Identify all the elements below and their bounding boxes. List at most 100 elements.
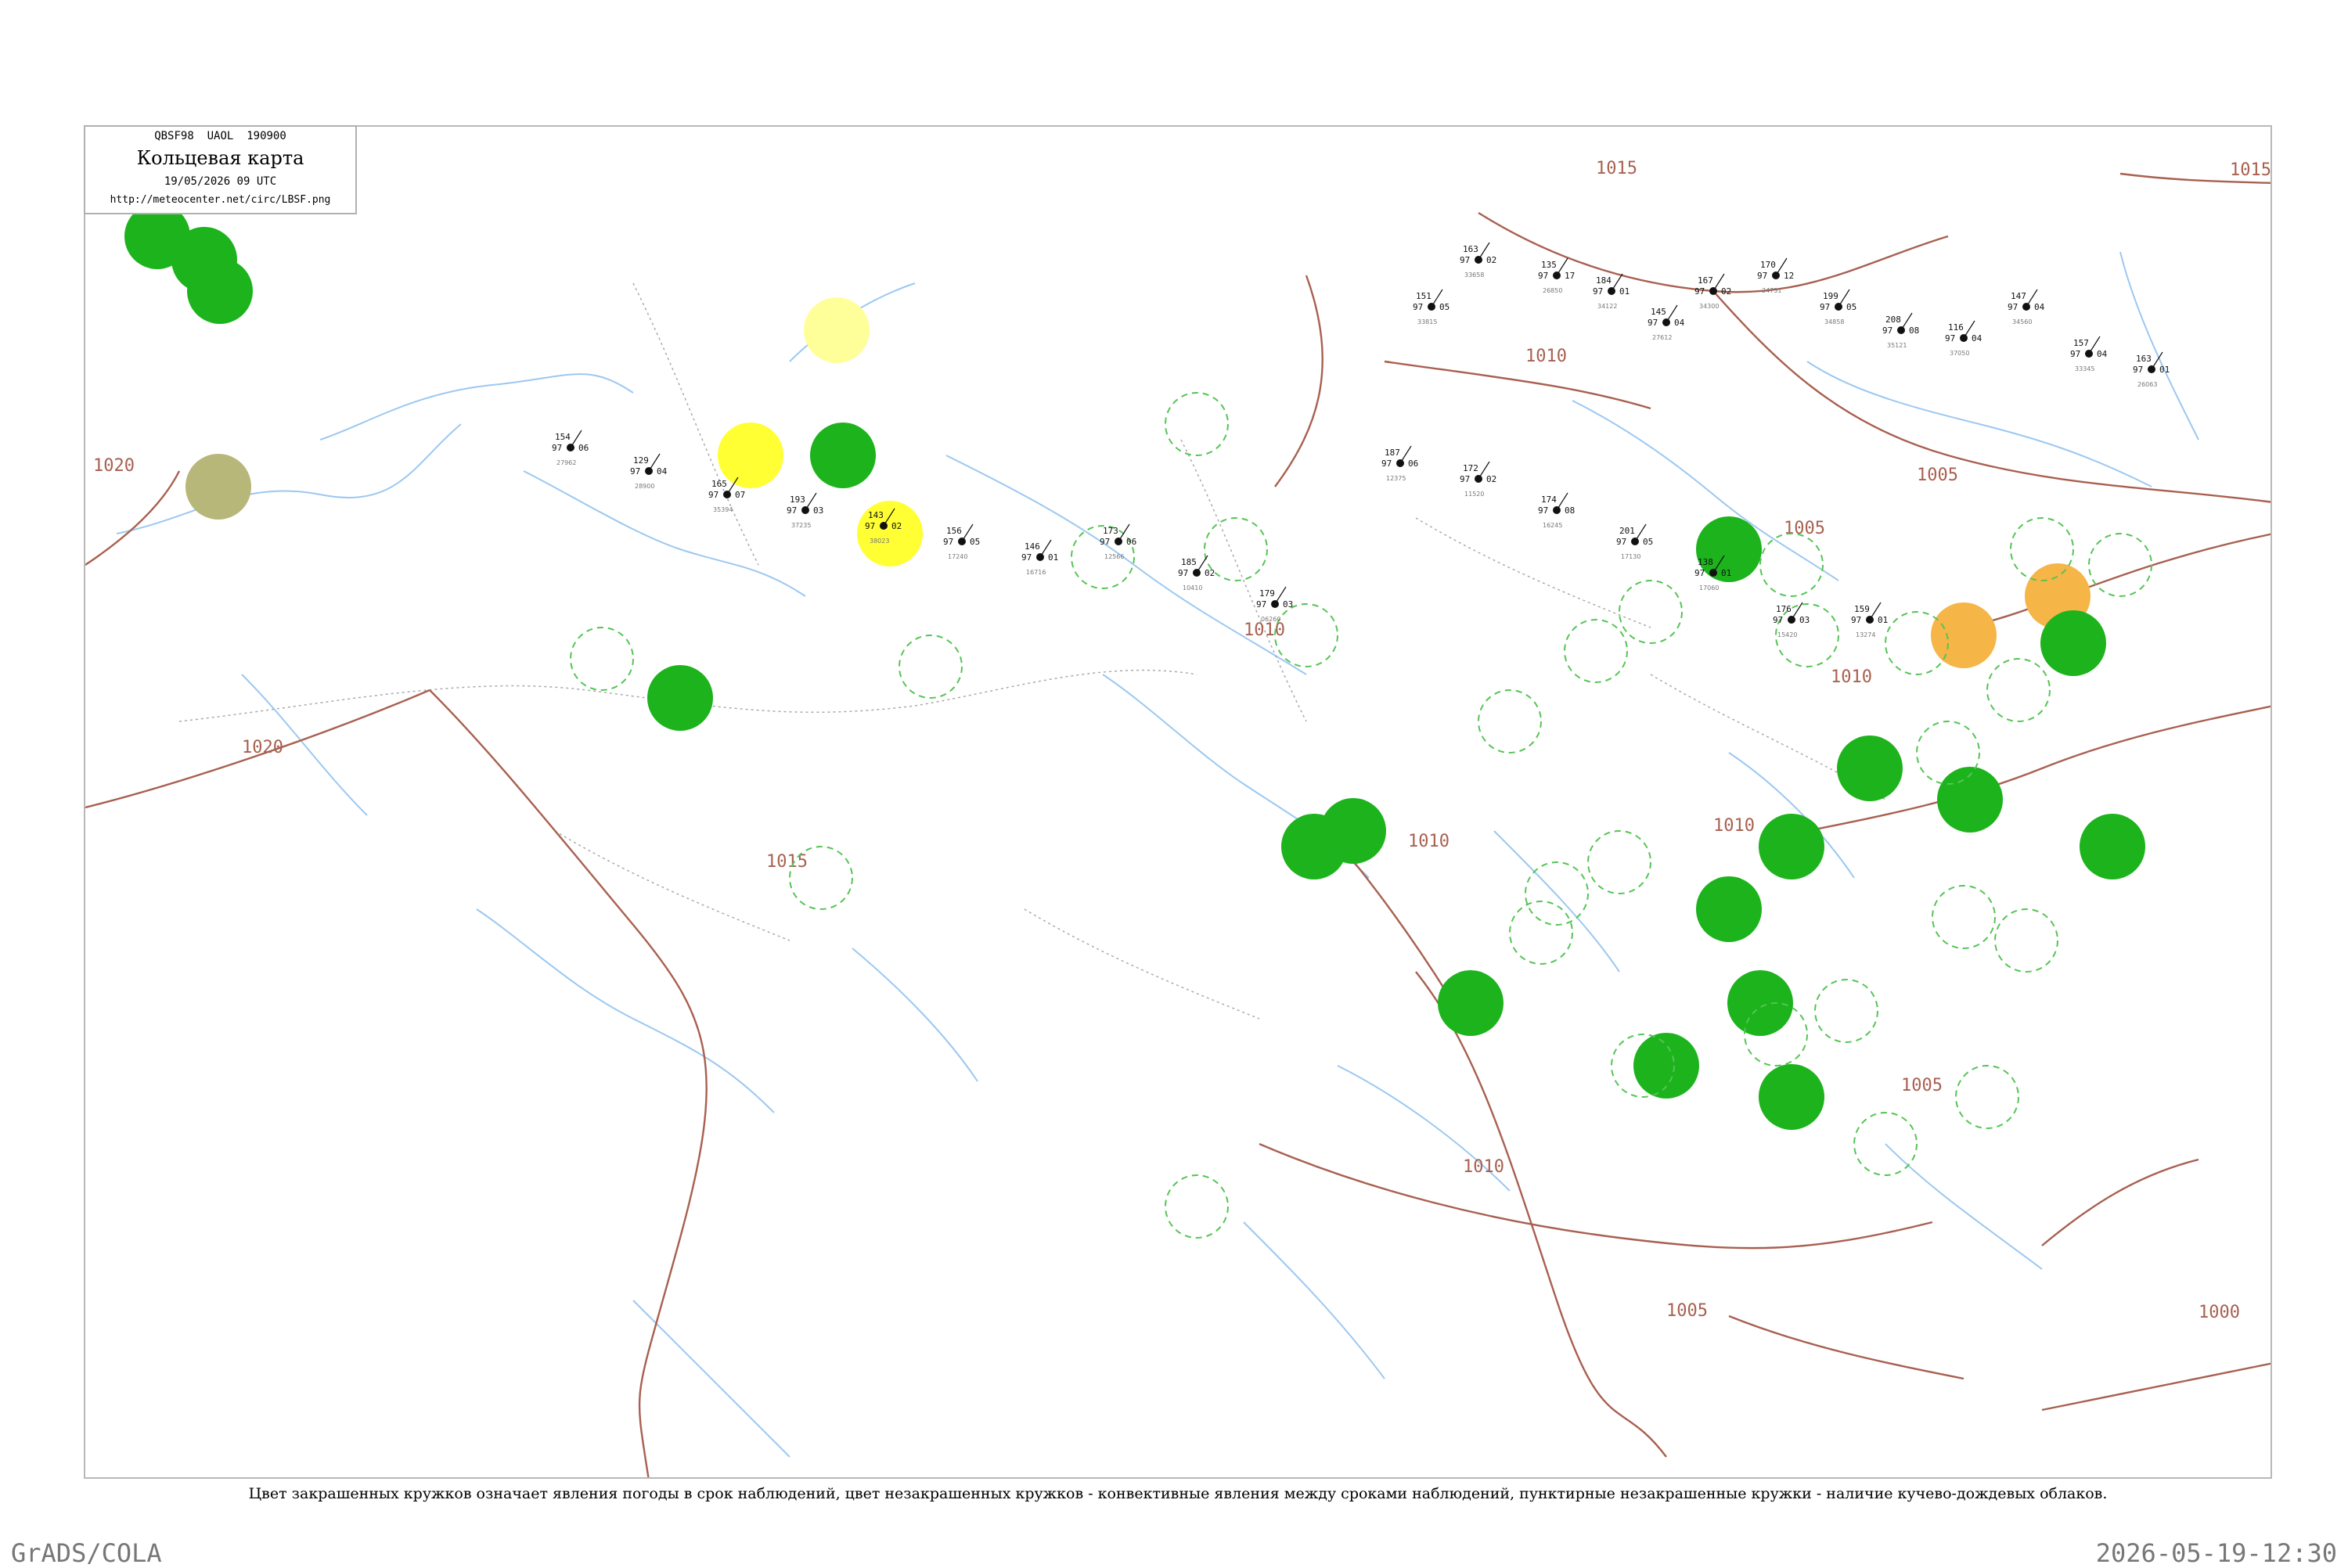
weather-dot	[718, 423, 783, 488]
isobars-layer	[85, 172, 2271, 1477]
station-model: 13597 1726850	[1538, 257, 1575, 294]
station-temp: 97	[1757, 271, 1767, 281]
station-model: 15197 0533815	[1413, 289, 1449, 325]
station-model: 14797 0434560	[2008, 289, 2045, 325]
border-line	[1415, 517, 1651, 628]
station-dew: 06	[1408, 459, 1418, 469]
station-temp: 97	[1381, 459, 1392, 469]
station-pressure: 159	[1854, 604, 1870, 614]
map-caption: Цвет закрашенных кружков означает явлени…	[248, 1485, 2108, 1502]
isobar-line	[1478, 211, 1949, 293]
station-model: 15997 0113274	[1851, 602, 1888, 638]
river-line	[945, 455, 1307, 675]
station-id: 34731	[1762, 287, 1781, 294]
isobar-line	[429, 689, 708, 1477]
weather-dot	[1320, 798, 1386, 864]
station-id: 34858	[1824, 318, 1844, 325]
station-pressure: 170	[1760, 260, 1776, 270]
station-dew: 06	[1126, 537, 1136, 547]
river-line	[1806, 361, 2152, 487]
weather-dot	[857, 501, 923, 566]
weather-dot	[1727, 970, 1793, 1036]
station-dew: 01	[1878, 615, 1888, 625]
cumulonimbus-ring	[789, 846, 853, 910]
station-id: 10410	[1183, 584, 1202, 592]
station-model: 17697 0315420	[1773, 602, 1810, 638]
station-model: 14597 0427612	[1648, 304, 1685, 341]
station-id: 17240	[948, 553, 967, 560]
station-temp: 97	[1648, 318, 1658, 328]
station-dew: 02	[891, 521, 902, 531]
station-dew: 04	[1674, 318, 1685, 328]
cumulonimbus-ring	[899, 635, 963, 699]
isobar-label: 1010	[1525, 347, 1567, 366]
station-pressure: 147	[2011, 291, 2026, 301]
station-dew: 06	[578, 443, 589, 453]
isobar-line	[2041, 1362, 2271, 1412]
river-line	[1493, 830, 1620, 973]
station-pressure: 138	[1698, 557, 1713, 567]
station-pressure: 184	[1596, 275, 1612, 286]
station-pressure: 179	[1259, 588, 1275, 599]
station-id: 17130	[1621, 553, 1640, 560]
station-dew: 02	[1205, 568, 1215, 578]
border-line	[178, 685, 916, 722]
station-pressure: 199	[1823, 291, 1838, 301]
station-model: 17397 0612566	[1100, 523, 1136, 560]
station-model: 19997 0534858	[1820, 289, 1856, 325]
station-temp: 97	[1945, 333, 1955, 343]
station-temp: 97	[1460, 474, 1470, 484]
station-pressure: 151	[1416, 291, 1431, 301]
cumulonimbus-ring	[570, 627, 634, 691]
station-id: 35121	[1887, 342, 1907, 349]
station-pressure: 193	[790, 494, 805, 505]
station-id: 33658	[1464, 272, 1484, 279]
station-model: 17497 0816245	[1538, 492, 1575, 529]
station-id: 34122	[1597, 303, 1617, 310]
station-temp: 97	[1694, 286, 1705, 297]
station-temp: 97	[2070, 349, 2080, 359]
station-model: 18597 0210410	[1178, 555, 1215, 592]
isobar-line	[1415, 971, 1667, 1458]
map-title: Кольцевая карта	[136, 147, 304, 169]
isobar-label: 1015	[1596, 159, 1637, 178]
isobar-label: 1010	[1463, 1157, 1504, 1177]
synoptic-map: 1015 1010 1005 1020 1020 1015 1010 1010 1010 1010…	[85, 159, 2271, 1477]
station-id: 26063	[2137, 381, 2157, 388]
station-id: 34300	[1699, 303, 1719, 310]
cumulonimbus-ring	[1955, 1065, 2019, 1129]
station-pressure: 129	[633, 455, 649, 466]
isobar-label: 1005	[1917, 466, 1958, 485]
isobar-line	[1712, 290, 2271, 503]
map-date: 19/05/2026 09 UTC	[164, 175, 277, 188]
station-temp: 97	[2133, 365, 2143, 375]
station-pressure: 163	[1463, 244, 1478, 254]
station-model: 19397 0337235	[787, 492, 823, 529]
station-temp: 97	[1460, 255, 1470, 265]
station-id: 26850	[1543, 287, 1562, 294]
weather-dot	[1438, 970, 1504, 1036]
station-dew: 02	[1486, 255, 1496, 265]
station-dew: 04	[2034, 302, 2045, 312]
weather-dot	[810, 423, 876, 488]
station-temp: 97	[1413, 302, 1423, 312]
station-temp: 97	[1100, 537, 1110, 547]
station-pressure: 146	[1025, 541, 1040, 552]
isobar-line	[1384, 360, 1651, 410]
isobar-label: 1010	[1244, 620, 1285, 640]
station-temp: 97	[2008, 302, 2018, 312]
station-dew: 07	[735, 490, 745, 500]
cumulonimbus-ring	[1814, 979, 1878, 1043]
station-pressure: 187	[1385, 448, 1400, 458]
station-temp: 97	[1593, 286, 1603, 297]
cumulonimbus-ring	[1986, 658, 2051, 722]
station-model: 11697 0437050	[1945, 320, 1982, 357]
station-id: 28900	[635, 483, 654, 490]
river-line	[116, 423, 462, 534]
weather-dot	[1937, 767, 2003, 833]
station-dew: 05	[1846, 302, 1856, 312]
station-model: 20197 0517130	[1616, 523, 1653, 560]
station-temp: 97	[943, 537, 953, 547]
station-temp: 97	[1882, 325, 1892, 336]
station-id: 37050	[1950, 350, 1969, 357]
